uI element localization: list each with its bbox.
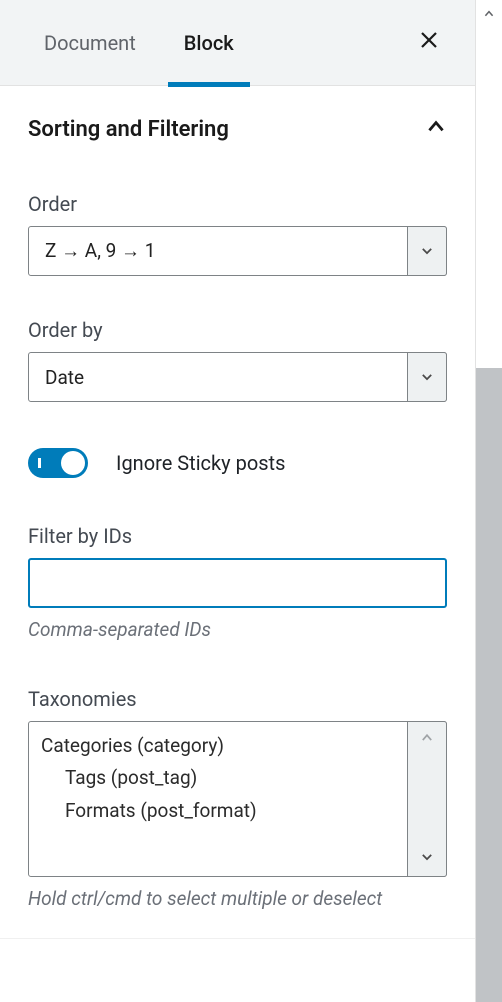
panel-title: Sorting and Filtering (28, 117, 229, 142)
field-order: Order Z → A, 9 → 1 (28, 192, 447, 276)
order-select[interactable]: Z → A, 9 → 1 (28, 226, 447, 276)
sidebar-tabs: Document Block (0, 0, 475, 86)
taxonomies-scroll-up[interactable] (420, 730, 434, 749)
order-by-label: Order by (28, 318, 447, 342)
chevron-down-icon (420, 370, 434, 384)
filter-ids-input[interactable] (28, 558, 447, 608)
filter-ids-help: Comma-separated IDs (28, 618, 447, 641)
tab-document[interactable]: Document (20, 0, 160, 86)
field-filter-ids: Filter by IDs Comma-separated IDs (28, 524, 447, 641)
scrollbar-track[interactable] (476, 28, 502, 368)
close-sidebar-button[interactable] (411, 22, 447, 63)
chevron-up-icon (425, 116, 447, 142)
filter-ids-label: Filter by IDs (28, 524, 447, 548)
field-taxonomies: Taxonomies Categories (category) Tags (p… (28, 687, 447, 910)
toggle-on-indicator (38, 458, 41, 468)
tab-document-label: Document (44, 31, 136, 55)
ignore-sticky-label: Ignore Sticky posts (116, 451, 285, 475)
tab-block[interactable]: Block (160, 0, 258, 86)
order-by-select-chevron[interactable] (407, 352, 447, 402)
chevron-up-icon (483, 8, 495, 20)
ignore-sticky-toggle[interactable] (28, 448, 88, 478)
taxonomies-listbox[interactable]: Categories (category) Tags (post_tag) Fo… (28, 721, 447, 877)
taxonomies-label: Taxonomies (28, 687, 447, 711)
scrollbar-thumb[interactable] (476, 368, 502, 1002)
taxonomies-scrollbar[interactable] (407, 721, 447, 877)
panel-body: Order Z → A, 9 → 1 Order by Date (0, 152, 475, 938)
order-select-value: Z → A, 9 → 1 (28, 226, 447, 276)
order-by-select-value: Date (28, 352, 447, 402)
field-order-by: Order by Date (28, 318, 447, 402)
tab-block-label: Block (184, 31, 234, 55)
chevron-up-icon (420, 731, 434, 745)
panel-list: Sorting and Filtering Order Z → A, 9 → 1 (0, 86, 475, 1002)
order-select-chevron[interactable] (407, 226, 447, 276)
taxonomies-option-1[interactable]: Tags (post_tag) (41, 762, 406, 794)
taxonomies-help: Hold ctrl/cmd to select multiple or dese… (28, 887, 447, 910)
panel-sorting-filtering: Sorting and Filtering Order Z → A, 9 → 1 (0, 86, 475, 939)
chevron-down-icon (420, 244, 434, 258)
order-by-select[interactable]: Date (28, 352, 447, 402)
block-settings-sidebar: Document Block Sorting and Filtering Ord… (0, 0, 476, 1002)
taxonomies-option-2[interactable]: Formats (post_format) (41, 795, 406, 827)
chevron-down-icon (420, 850, 434, 864)
order-label: Order (28, 192, 447, 216)
window-scrollbar[interactable] (476, 0, 502, 1002)
field-ignore-sticky: Ignore Sticky posts (28, 448, 447, 478)
scrollbar-arrow-up[interactable] (476, 0, 502, 28)
panel-header[interactable]: Sorting and Filtering (0, 86, 475, 152)
toggle-knob (61, 451, 85, 475)
taxonomies-option-0[interactable]: Categories (category) (41, 730, 406, 762)
close-icon (419, 30, 439, 50)
taxonomies-scroll-down[interactable] (420, 849, 434, 868)
